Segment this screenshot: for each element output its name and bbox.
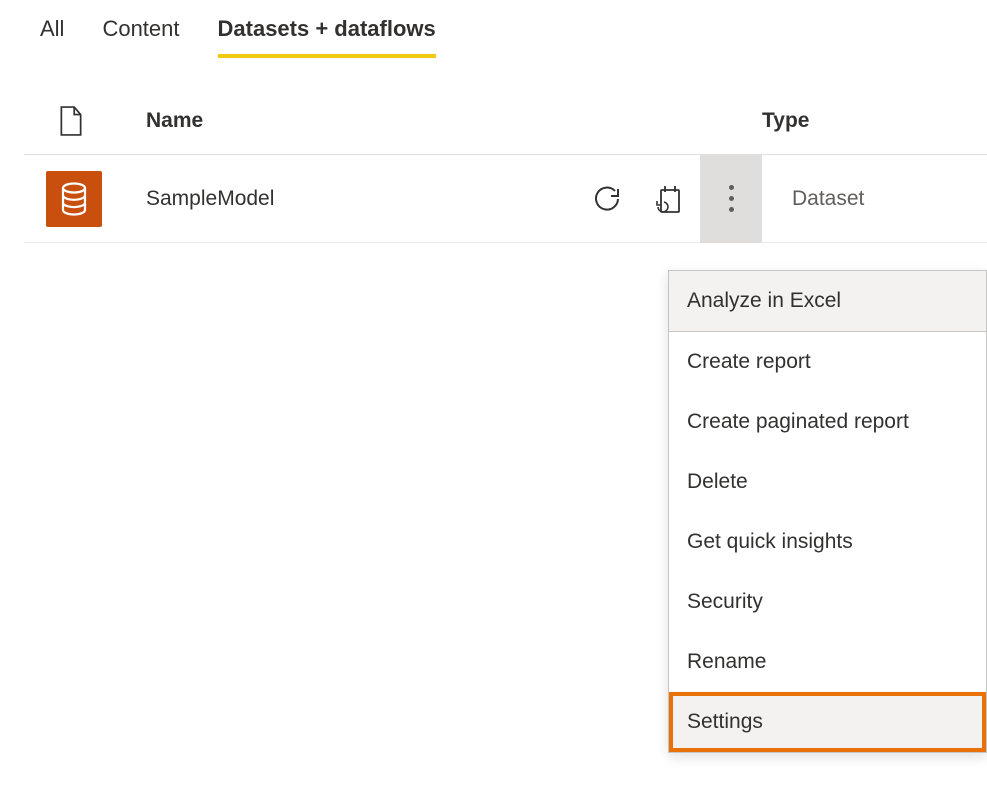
menu-create-report[interactable]: Create report	[669, 332, 986, 392]
table-row[interactable]: SampleModel Dataset	[24, 155, 987, 243]
column-icon	[24, 106, 146, 136]
tab-datasets-dataflows[interactable]: Datasets + dataflows	[218, 16, 436, 58]
schedule-refresh-icon	[655, 184, 683, 214]
more-vertical-icon	[729, 185, 734, 212]
tab-content[interactable]: Content	[102, 16, 179, 54]
table-header: Name Type	[24, 58, 987, 155]
tab-all[interactable]: All	[40, 16, 64, 54]
menu-analyze-excel[interactable]: Analyze in Excel	[669, 271, 986, 332]
more-options-button[interactable]	[700, 155, 762, 243]
menu-security[interactable]: Security	[669, 572, 986, 632]
row-name[interactable]: SampleModel	[146, 187, 576, 211]
document-icon	[58, 106, 84, 136]
row-icon-cell	[24, 171, 146, 227]
menu-rename[interactable]: Rename	[669, 632, 986, 692]
menu-delete[interactable]: Delete	[669, 452, 986, 512]
refresh-button[interactable]	[576, 155, 638, 243]
context-menu: Analyze in Excel Create report Create pa…	[668, 270, 987, 753]
menu-quick-insights[interactable]: Get quick insights	[669, 512, 986, 572]
row-actions	[576, 155, 762, 243]
schedule-refresh-button[interactable]	[638, 155, 700, 243]
tabs-bar: All Content Datasets + dataflows	[0, 0, 987, 58]
dataset-icon	[46, 171, 102, 227]
column-header-name[interactable]: Name	[146, 109, 762, 133]
menu-settings[interactable]: Settings	[669, 692, 986, 752]
column-header-type[interactable]: Type	[762, 109, 987, 133]
row-type: Dataset	[762, 187, 987, 211]
refresh-icon	[593, 185, 621, 213]
menu-create-paginated-report[interactable]: Create paginated report	[669, 392, 986, 452]
